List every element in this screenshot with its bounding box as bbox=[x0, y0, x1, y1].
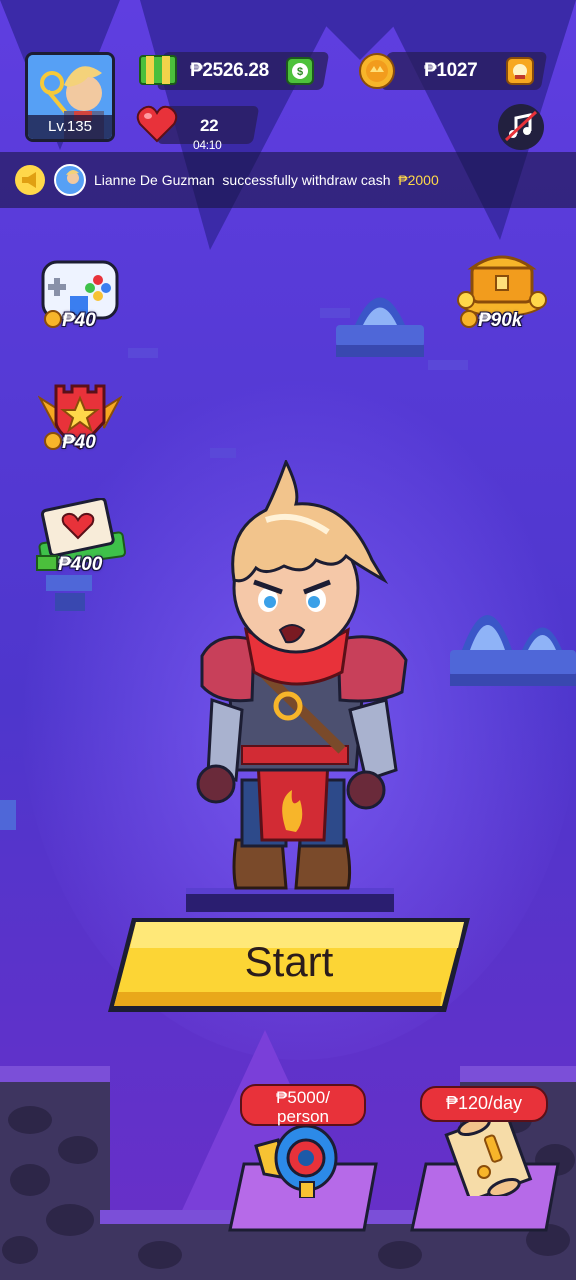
gold-amount: ₱1027 bbox=[424, 60, 478, 81]
guild-badge-cost: ₱40 bbox=[44, 432, 96, 454]
player-avatar[interactable]: Lv.135 bbox=[25, 52, 115, 142]
svg-text:$: $ bbox=[297, 66, 303, 78]
ticker-user-avatar bbox=[54, 164, 86, 196]
ticker-message: successfully withdraw cash bbox=[222, 172, 391, 188]
treasure-chest-cost: ₱90k bbox=[460, 310, 522, 332]
daily-reward-tag[interactable]: ₱120/day bbox=[420, 1086, 548, 1122]
heart-icon bbox=[136, 105, 178, 143]
cash-withdraw-button[interactable]: $ bbox=[286, 57, 314, 85]
megaphone-icon bbox=[15, 165, 45, 195]
ticker-amount: ₱2000 bbox=[398, 172, 439, 188]
music-off-icon bbox=[504, 110, 538, 142]
treasure-chest-cost-label: ₱90k bbox=[478, 310, 523, 331]
mini-games-cost: ₱40 bbox=[44, 310, 96, 332]
invite-reward-tag[interactable]: ₱5000/ person bbox=[240, 1084, 366, 1126]
music-toggle-button[interactable] bbox=[498, 104, 544, 150]
scroll-icon[interactable] bbox=[444, 1112, 540, 1196]
ticker-user-name: Lianne De Guzman bbox=[94, 172, 215, 188]
player-level-label: Lv.135 bbox=[28, 115, 112, 139]
gold-exchange-button[interactable] bbox=[506, 57, 534, 85]
loudspeaker-icon[interactable] bbox=[250, 1118, 346, 1198]
lives-count: 22 bbox=[200, 116, 219, 135]
hero-character bbox=[196, 460, 408, 890]
guild-badge-cost-label: ₱40 bbox=[62, 432, 96, 453]
gold-coin-icon bbox=[359, 53, 395, 89]
lives-timer: 04:10 bbox=[193, 138, 222, 152]
cash-amount: ₱2526.28 bbox=[190, 60, 269, 81]
love-letter-cost: ₱400 bbox=[36, 554, 102, 576]
mini-games-cost-label: ₱40 bbox=[62, 310, 96, 331]
love-letter-cost-label: ₱400 bbox=[58, 554, 103, 575]
ticker-text: Lianne De Guzman successfully withdraw c… bbox=[94, 172, 439, 188]
cash-icon bbox=[139, 55, 177, 85]
start-button[interactable]: Start bbox=[104, 938, 474, 986]
